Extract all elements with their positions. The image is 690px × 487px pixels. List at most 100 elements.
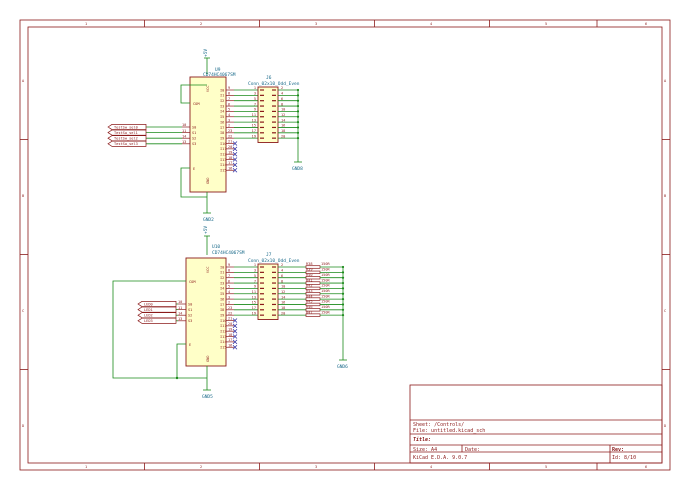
- channel-pin-number: 7: [228, 274, 230, 278]
- connector-pin-odd: 3: [254, 269, 256, 273]
- chip-value: CD74HC4067SM: [212, 250, 245, 256]
- connector-ref: J6: [266, 75, 272, 81]
- channel-pin-name: I3: [220, 281, 224, 285]
- resistor-ref: R40: [306, 273, 313, 277]
- date-field: Date:: [465, 447, 480, 453]
- channel-pin-name: I1: [220, 271, 224, 275]
- channel-pin-name: I10: [220, 142, 227, 146]
- power-label: +5V: [203, 226, 209, 234]
- connector-pin-odd: 15: [252, 301, 256, 305]
- resistor-ref: R43: [306, 289, 313, 293]
- channel-pin-name: I9: [220, 313, 224, 317]
- channel-pin-number: 4: [228, 113, 230, 117]
- net-label-text: LED1: [144, 308, 153, 312]
- frame-column-mark: 1: [85, 22, 87, 26]
- connector-pin-odd: 19: [252, 311, 256, 315]
- channel-pin-name: I2: [220, 99, 224, 103]
- resistor-value: 150R: [321, 273, 330, 277]
- frame-column-mark: 5: [545, 465, 547, 469]
- connector-pin-odd: 1: [254, 263, 256, 267]
- connector-pin-even: 4: [281, 269, 283, 273]
- frame-column-mark: 3: [315, 465, 317, 469]
- channel-pin-number: 9: [228, 263, 230, 267]
- resistor-value: 150R: [321, 268, 330, 272]
- connector-pin-odd: 5: [254, 274, 256, 278]
- frame-column-mark: 3: [315, 22, 317, 26]
- select-pin-name: S1: [192, 131, 196, 135]
- gnd-flag: GND2: [203, 217, 214, 223]
- resistor-value: 150R: [321, 305, 330, 309]
- channel-pin-name: I5: [220, 115, 224, 119]
- frame-row-mark: C: [664, 309, 666, 313]
- channel-pin-number: 5: [228, 108, 230, 112]
- connector-pin-odd: 19: [252, 134, 256, 138]
- channel-pin-number: 8: [228, 92, 230, 96]
- channel-pin-number: 16: [228, 343, 232, 347]
- resistor-value: 150R: [321, 300, 330, 304]
- file-name: File: untitled.kicad_sch: [413, 428, 485, 434]
- select-pin-number: 13: [182, 140, 186, 144]
- channel-pin-number: 9: [228, 86, 230, 90]
- channel-pin-number: 20: [228, 322, 232, 326]
- resistor-value: 150R: [321, 284, 330, 288]
- channel-pin-name: I4: [220, 287, 224, 291]
- connector-pin-odd: 5: [254, 97, 256, 101]
- title-block: Sheet: /Controls/ File: untitled.kicad_s…: [409, 384, 663, 464]
- select-pin-number: 11: [178, 306, 182, 310]
- connector-pin-odd: 3: [254, 92, 256, 96]
- channel-pin-number: 7: [228, 97, 230, 101]
- channel-pin-number: 4: [228, 290, 230, 294]
- power-symbol-5v: +5V: [203, 49, 210, 74]
- channel-pin-name: I8: [220, 308, 224, 312]
- select-pin-name: S1: [188, 308, 192, 312]
- vcc-label: VCC: [206, 86, 210, 93]
- enable-label: E: [193, 167, 195, 171]
- enable-label: E: [189, 343, 191, 347]
- net-label-text: TestSw_sel1: [114, 131, 138, 135]
- frame-column-mark: 6: [645, 465, 647, 469]
- channel-pin-name: I14: [220, 163, 227, 167]
- net-label-text: LED2: [144, 314, 153, 318]
- resistor-ref: R42: [306, 284, 313, 288]
- connector-pin-even: 6: [281, 274, 283, 278]
- channel-pin-number: 3: [228, 295, 230, 299]
- mux-block-lower: +5V U10 CD74HC4067SM VCC GND COM E GND5 …: [112, 226, 348, 400]
- select-pin-name: S3: [192, 142, 196, 146]
- channel-pin-number: 22: [228, 311, 232, 315]
- frame-row-mark: A: [664, 79, 667, 83]
- connector-pin-odd: 13: [252, 118, 256, 122]
- net-label-text: LED0: [144, 302, 153, 306]
- channel-pin-number: 16: [228, 166, 232, 170]
- frame-row-mark: B: [22, 194, 24, 198]
- channel-pin-number: 18: [228, 333, 232, 337]
- gnd-flag: GND5: [202, 394, 213, 400]
- channel-pin-name: I0: [220, 88, 224, 92]
- channel-pin-number: 8: [228, 269, 230, 273]
- channel-pin-name: I11: [220, 324, 227, 328]
- connector-pin-odd: 9: [254, 108, 256, 112]
- select-pin-number: 14: [182, 134, 186, 138]
- connector-pin-odd: 11: [252, 113, 256, 117]
- channel-pin-name: I1: [220, 94, 224, 98]
- channel-pin-number: 21: [228, 317, 232, 321]
- select-pin-name: S3: [188, 319, 192, 323]
- channel-pin-name: I12: [220, 330, 227, 334]
- net-label-text: TestSw_sel2: [114, 137, 138, 141]
- channel-pin-name: I5: [220, 292, 224, 296]
- gnd-label: GND: [206, 356, 210, 363]
- select-pin-number: 10: [182, 123, 186, 127]
- resistor-ref: R41: [306, 278, 313, 282]
- resistor-value: 150R: [321, 262, 330, 266]
- sheet-frame: 112233445566A AB BC CD D: [19, 19, 671, 471]
- channel-pin-number: 23: [228, 306, 232, 310]
- channel-pin-name: I2: [220, 276, 224, 280]
- frame-row-mark: B: [664, 194, 666, 198]
- resistor-ref: R39: [306, 268, 313, 272]
- channel-pin-number: 6: [228, 102, 230, 106]
- channel-pin-name: I4: [220, 110, 224, 114]
- channel-pin-number: 19: [228, 150, 232, 154]
- channel-pin-number: 17: [228, 161, 232, 165]
- frame-row-mark: C: [22, 309, 24, 313]
- connector-pin-even: 14: [281, 295, 285, 299]
- connector-pin-odd: 17: [252, 129, 256, 133]
